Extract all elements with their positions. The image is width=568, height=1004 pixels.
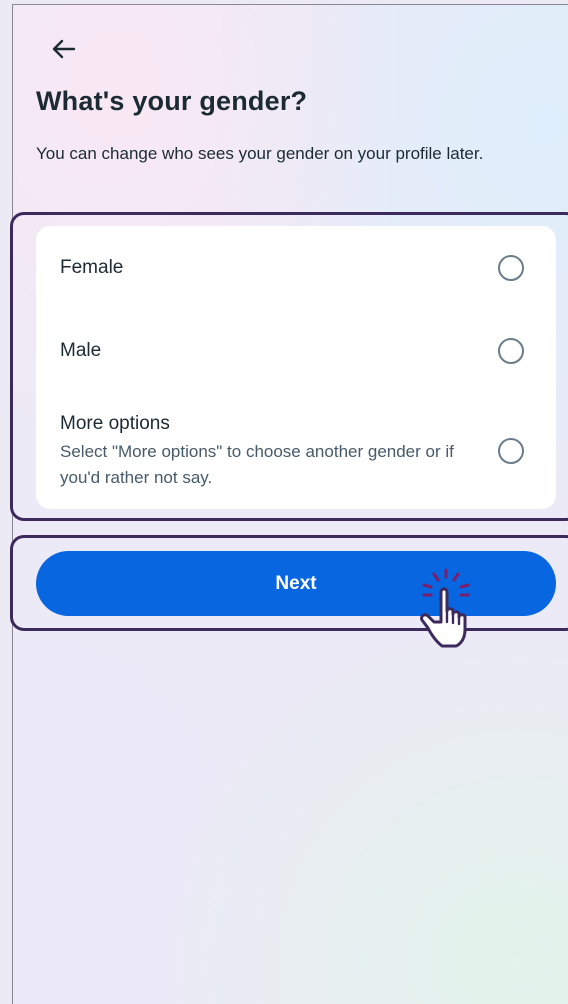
option-more[interactable]: More options Select "More options" to ch… <box>36 394 556 509</box>
back-arrow-icon <box>52 39 76 59</box>
radio-male[interactable] <box>498 338 524 364</box>
option-label: More options <box>60 413 170 434</box>
option-male[interactable]: Male <box>36 310 556 394</box>
page-title: What's your gender? <box>36 86 308 116</box>
radio-female[interactable] <box>498 255 524 281</box>
back-button[interactable] <box>49 35 77 63</box>
radio-more-options[interactable] <box>498 438 524 464</box>
next-button[interactable]: Next <box>36 551 556 616</box>
page-subtitle: You can change who sees your gender on y… <box>36 144 484 163</box>
option-label: Male <box>60 340 102 361</box>
gender-options-card: Female Male More options Select "More op… <box>36 226 556 509</box>
option-female[interactable]: Female <box>36 226 556 310</box>
option-label: Female <box>60 257 124 278</box>
option-description: Select "More options" to choose another … <box>60 442 454 487</box>
